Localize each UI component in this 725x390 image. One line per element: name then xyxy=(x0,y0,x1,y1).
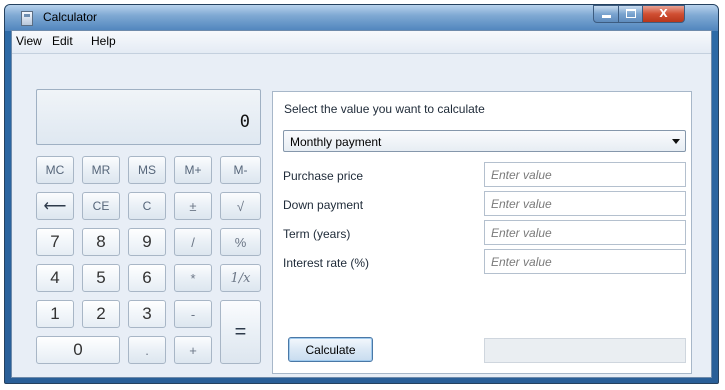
key-square-root[interactable]: √ xyxy=(220,192,261,220)
calculation-select[interactable]: Monthly payment xyxy=(283,130,686,152)
calculator-icon xyxy=(21,11,33,26)
calculator-window: Calculator X View Edit Help 0 MC MR MS M… xyxy=(4,4,719,384)
key-7[interactable]: 7 xyxy=(36,228,74,256)
menu-bar: View Edit Help xyxy=(12,31,711,54)
backspace-key[interactable]: ⟵ xyxy=(36,192,74,220)
term-years-input[interactable] xyxy=(484,220,686,245)
window-title: Calculator xyxy=(43,10,98,24)
key-4[interactable]: 4 xyxy=(36,264,74,292)
key-0[interactable]: 0 xyxy=(36,336,120,364)
title-bar[interactable]: Calculator X xyxy=(5,5,718,31)
key-ce[interactable]: CE xyxy=(82,192,120,220)
key-ms[interactable]: MS xyxy=(128,156,166,184)
key-mr[interactable]: MR xyxy=(82,156,120,184)
key-multiply[interactable]: * xyxy=(174,264,212,292)
menu-edit[interactable]: Edit xyxy=(52,34,73,48)
client-area: View Edit Help 0 MC MR MS M+ M- ⟵ CE C ±… xyxy=(11,30,712,378)
key-equals[interactable]: = xyxy=(220,300,261,364)
select-value: Monthly payment xyxy=(290,135,382,149)
key-3[interactable]: 3 xyxy=(128,300,166,328)
key-6[interactable]: 6 xyxy=(128,264,166,292)
panel-heading: Select the value you want to calculate xyxy=(284,102,485,116)
calculate-button[interactable]: Calculate xyxy=(288,337,373,362)
display-value: 0 xyxy=(239,112,250,132)
minimize-icon xyxy=(601,15,611,18)
key-decimal[interactable]: . xyxy=(128,336,166,364)
key-percent[interactable]: % xyxy=(220,228,261,256)
key-plus[interactable]: + xyxy=(174,336,212,364)
interest-rate-input[interactable] xyxy=(484,249,686,274)
dropdown-arrow-icon[interactable] xyxy=(672,139,680,144)
close-icon: X xyxy=(659,7,668,20)
key-8[interactable]: 8 xyxy=(82,228,120,256)
key-1[interactable]: 1 xyxy=(36,300,74,328)
key-reciprocal[interactable]: 1/x xyxy=(220,264,261,292)
down-payment-label: Down payment xyxy=(283,198,364,212)
minimize-button[interactable] xyxy=(593,5,619,23)
maximize-icon xyxy=(625,9,636,18)
key-minus[interactable]: - xyxy=(174,300,212,328)
purchase-price-input[interactable] xyxy=(484,162,686,187)
menu-help[interactable]: Help xyxy=(91,34,116,48)
down-payment-input[interactable] xyxy=(484,191,686,216)
key-plus-minus[interactable]: ± xyxy=(174,192,212,220)
close-button[interactable]: X xyxy=(642,5,685,23)
key-9[interactable]: 9 xyxy=(128,228,166,256)
maximize-button[interactable] xyxy=(618,5,643,23)
term-years-label: Term (years) xyxy=(283,227,351,241)
key-mc[interactable]: MC xyxy=(36,156,74,184)
key-5[interactable]: 5 xyxy=(82,264,120,292)
result-field xyxy=(484,338,686,363)
menu-view[interactable]: View xyxy=(16,34,42,48)
key-divide[interactable]: / xyxy=(174,228,212,256)
key-2[interactable]: 2 xyxy=(82,300,120,328)
key-m-minus[interactable]: M- xyxy=(220,156,261,184)
purchase-price-label: Purchase price xyxy=(283,169,364,183)
interest-rate-label: Interest rate (%) xyxy=(283,256,370,270)
key-m-plus[interactable]: M+ xyxy=(174,156,212,184)
key-c[interactable]: C xyxy=(128,192,166,220)
worksheet-panel: Select the value you want to calculate M… xyxy=(272,91,692,374)
calculator-display: 0 xyxy=(36,89,261,145)
